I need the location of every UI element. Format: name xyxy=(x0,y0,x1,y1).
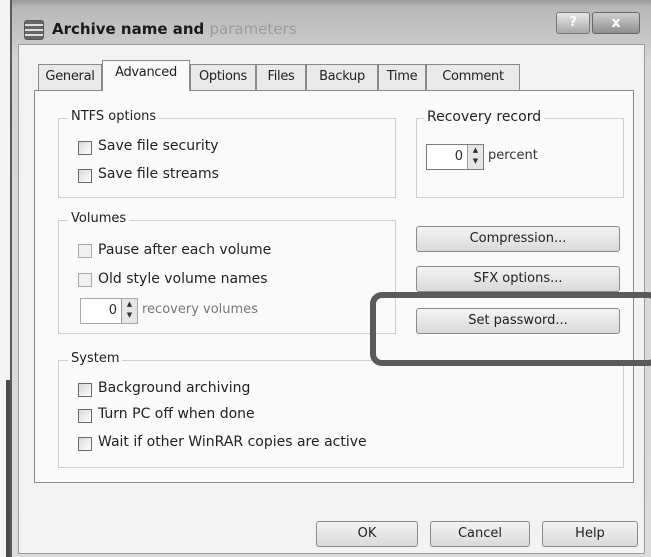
help-button[interactable]: Help xyxy=(542,521,638,547)
turn-pc-off-label[interactable]: Turn PC off when done xyxy=(98,406,255,422)
old-style-volume-names-label[interactable]: Old style volume names xyxy=(98,271,268,287)
spinner-arrows-icon[interactable]: ▲ ▼ xyxy=(121,299,137,323)
save-file-security-checkbox[interactable] xyxy=(78,141,92,155)
tab-comment[interactable]: Comment xyxy=(426,64,520,90)
compression-button[interactable]: Compression... xyxy=(416,226,620,252)
window-title: Archive name and parameters xyxy=(52,20,297,38)
turn-pc-off-checkbox[interactable] xyxy=(78,409,92,423)
ok-button[interactable]: OK xyxy=(316,521,418,547)
tab-backup[interactable]: Backup xyxy=(306,64,378,90)
recovery-volumes-label: recovery volumes xyxy=(142,302,258,317)
tab-label: Comment xyxy=(442,69,504,84)
save-file-streams-label[interactable]: Save file streams xyxy=(98,166,219,182)
save-file-security-label[interactable]: Save file security xyxy=(98,138,218,154)
recovery-percent-unit: percent xyxy=(488,148,538,163)
pause-after-each-volume-label[interactable]: Pause after each volume xyxy=(98,242,271,258)
background-archiving-checkbox[interactable] xyxy=(78,383,92,397)
close-icon: x xyxy=(611,15,621,31)
ntfs-options-title: NTFS options xyxy=(68,109,160,124)
cancel-button[interactable]: Cancel xyxy=(430,521,530,547)
spinner-arrows-icon[interactable]: ▲ ▼ xyxy=(467,145,483,169)
tab-label: Files xyxy=(267,69,295,84)
sfx-options-button[interactable]: SFX options... xyxy=(416,266,620,292)
tab-label: Time xyxy=(386,69,418,84)
save-file-streams-checkbox[interactable] xyxy=(78,169,92,183)
volumes-title: Volumes xyxy=(68,211,130,226)
window-title-faded: parameters xyxy=(209,20,297,38)
window-title-main: Archive name and xyxy=(52,20,205,38)
tab-general[interactable]: General xyxy=(38,64,102,90)
recovery-volumes-value[interactable]: 0 xyxy=(81,299,121,323)
recovery-percent-value[interactable]: 0 xyxy=(427,145,467,169)
help-title-button[interactable]: ? xyxy=(556,12,590,34)
tab-time[interactable]: Time xyxy=(378,64,426,90)
tab-label: Advanced xyxy=(115,65,177,80)
pause-after-each-volume-checkbox[interactable] xyxy=(78,244,92,258)
wait-other-winrar-checkbox[interactable] xyxy=(78,437,92,451)
recovery-record-title: Recovery record xyxy=(424,109,545,125)
wait-other-winrar-label[interactable]: Wait if other WinRAR copies are active xyxy=(98,434,367,450)
system-title: System xyxy=(68,351,123,366)
recovery-percent-spinner[interactable]: 0 ▲ ▼ xyxy=(426,144,484,170)
tab-label: Options xyxy=(198,69,248,84)
close-button[interactable]: x xyxy=(592,12,640,34)
ntfs-options-group xyxy=(58,118,396,198)
question-mark-icon: ? xyxy=(569,15,577,30)
tab-advanced[interactable]: Advanced xyxy=(102,60,190,91)
recovery-volumes-spinner[interactable]: 0 ▲ ▼ xyxy=(80,298,138,324)
background-archiving-label[interactable]: Background archiving xyxy=(98,380,250,396)
old-style-volume-names-checkbox[interactable] xyxy=(78,273,92,287)
highlight-annotation xyxy=(370,292,651,366)
winrar-app-icon xyxy=(24,20,44,40)
tab-files[interactable]: Files xyxy=(256,64,306,90)
tab-label: General xyxy=(45,69,95,84)
tab-label: Backup xyxy=(319,69,365,84)
tab-options[interactable]: Options xyxy=(190,64,256,90)
